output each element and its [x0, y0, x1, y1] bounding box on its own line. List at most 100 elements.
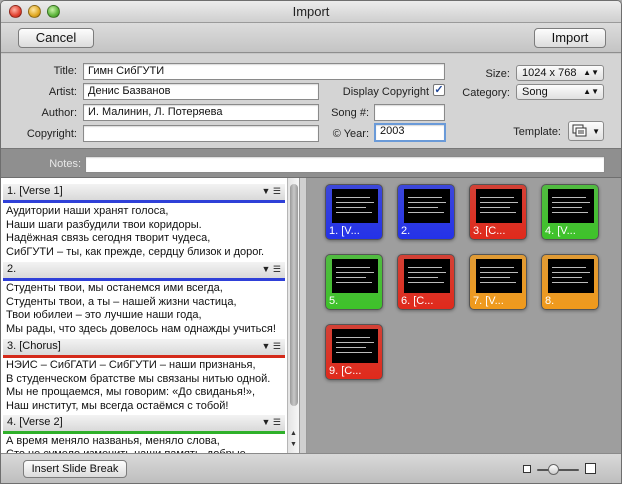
- verse-title: 1. [Verse 1]: [7, 185, 63, 197]
- bottom-bar: Insert Slide Break: [1, 453, 621, 483]
- artist-field[interactable]: Денис Базванов: [83, 83, 319, 100]
- lyrics-editor[interactable]: 1. [Verse 1] ▼ ☰ Аудитории наши хранят го…: [1, 178, 299, 460]
- category-value: Song: [522, 86, 548, 98]
- year-field[interactable]: 2003: [374, 123, 446, 142]
- window-title: Import: [292, 4, 330, 19]
- zoom-out-icon[interactable]: [523, 465, 531, 473]
- template-icon: [572, 124, 587, 137]
- verse-line: Аудитории наши хранят голоса,: [6, 205, 169, 217]
- cancel-button[interactable]: Cancel: [18, 28, 94, 48]
- popup-arrows-icon: ▲▼: [583, 68, 599, 77]
- author-label: Author:: [41, 107, 77, 119]
- slide-thumbnail[interactable]: 8.: [541, 254, 599, 310]
- verse-menu-icon[interactable]: ▼ ☰: [262, 415, 281, 430]
- slide-preview: [332, 189, 378, 223]
- slide-thumbnail[interactable]: 5.: [325, 254, 383, 310]
- verse-menu-icon[interactable]: ▼ ☰: [262, 262, 281, 277]
- author-field[interactable]: И. Малинин, Л. Потеряева: [83, 104, 319, 121]
- template-popup[interactable]: ▼: [568, 121, 604, 141]
- title-bar: Import: [1, 1, 621, 23]
- close-window-icon[interactable]: [9, 5, 22, 18]
- slide-thumbnail[interactable]: 7. [V...: [469, 254, 527, 310]
- slide-thumbnails-pane: 1. [V... 2. 3. [C... 4. [V... 5. 6. [C..…: [307, 178, 621, 453]
- slide-caption: 5.: [329, 295, 339, 307]
- verse-header: 2. ▼ ☰: [3, 262, 285, 278]
- verse-line: Мы рады, что здесь довелось нам однажды …: [6, 322, 276, 335]
- song-info-form: Title: Гимн СибГУТИ Artist: Денис Базван…: [1, 54, 621, 148]
- slide-thumbnail[interactable]: 3. [C...: [469, 184, 527, 240]
- slide-caption: 4. [V...: [545, 225, 576, 237]
- verse-title: 3. [Chorus]: [7, 340, 61, 352]
- verse-menu-icon[interactable]: ▼ ☰: [262, 184, 281, 199]
- slide-preview: [476, 189, 522, 223]
- verse-line: А время меняло названья, меняло слова,: [6, 435, 220, 447]
- slide-caption: 3. [C...: [473, 225, 506, 237]
- notes-field[interactable]: [85, 156, 605, 173]
- title-field[interactable]: Гимн СибГУТИ: [83, 63, 445, 80]
- slide-thumbnail[interactable]: 6. [C...: [397, 254, 455, 310]
- verse-line: Надёжная связь сегодня творит чудеса,: [6, 232, 211, 244]
- slide-preview: [548, 189, 594, 223]
- slide-caption: 6. [C...: [401, 295, 434, 307]
- minimize-window-icon[interactable]: [28, 5, 41, 18]
- title-label: Title:: [53, 65, 77, 77]
- category-popup[interactable]: Song ▲▼: [516, 84, 604, 100]
- display-copyright-checkbox[interactable]: ✓: [433, 84, 445, 96]
- verse-line: Наши шаги разбудили твои коридоры.: [6, 218, 202, 231]
- scroll-up-icon[interactable]: ▲: [290, 430, 297, 437]
- category-label: Category:: [462, 87, 510, 99]
- slide-preview: [548, 259, 594, 293]
- slide-preview: [332, 259, 378, 293]
- scrollbar-thumb[interactable]: [290, 184, 298, 406]
- size-popup[interactable]: 1024 x 768 ▲▼: [516, 65, 604, 81]
- slide-caption: 8.: [545, 295, 555, 307]
- import-button[interactable]: Import: [534, 28, 606, 48]
- verse-color-line: [3, 200, 285, 203]
- verse-line: Студенты твои, мы останемся ими всегда,: [6, 282, 223, 294]
- verse-line: СибГУТИ – ты, как прежде, сердцу близок …: [6, 245, 265, 258]
- slide-thumbnail[interactable]: 9. [C...: [325, 324, 383, 380]
- verse-header: 4. [Verse 2] ▼ ☰: [3, 415, 285, 431]
- slide-preview: [404, 259, 450, 293]
- slide-preview: [332, 329, 378, 363]
- size-value: 1024 x 768: [522, 67, 577, 79]
- artist-label: Artist:: [48, 86, 77, 98]
- copyright-field[interactable]: [83, 125, 319, 142]
- slide-caption: 9. [C...: [329, 365, 362, 377]
- slide-preview: [404, 189, 450, 223]
- toolbar: Cancel Import: [1, 23, 621, 53]
- slide-preview: [476, 259, 522, 293]
- lyrics-scrollbar[interactable]: ▲ ▼: [287, 178, 299, 453]
- copyright-label: Copyright:: [26, 128, 77, 140]
- verse-color-line: [3, 278, 285, 281]
- display-copyright-label: Display Copyright: [342, 86, 429, 98]
- notes-bar: Notes:: [1, 148, 621, 178]
- verse-line: Студенты твои, а ты – нашей жизни частиц…: [6, 295, 237, 308]
- popup-arrows-icon: ▲▼: [583, 87, 599, 96]
- verse-line: НЭИС – СибГАТИ – СибГУТИ – наши признань…: [6, 359, 256, 371]
- size-label: Size:: [485, 68, 510, 80]
- verse-header: 3. [Chorus] ▼ ☰: [3, 339, 285, 355]
- slide-thumbnail[interactable]: 1. [V...: [325, 184, 383, 240]
- split-view-divider[interactable]: [299, 178, 307, 453]
- insert-slide-break-button[interactable]: Insert Slide Break: [23, 460, 127, 478]
- verse-title: 4. [Verse 2]: [7, 416, 63, 428]
- scroll-down-icon[interactable]: ▼: [290, 441, 297, 448]
- song-number-field[interactable]: [374, 104, 445, 121]
- verse-menu-icon[interactable]: ▼ ☰: [262, 339, 281, 354]
- chevron-down-icon: ▼: [592, 127, 600, 136]
- verse-color-line: [3, 431, 285, 434]
- verse-line: В студенческом братстве мы связаны нитью…: [6, 372, 271, 385]
- slide-caption: 1. [V...: [329, 225, 360, 237]
- zoom-window-icon[interactable]: [47, 5, 60, 18]
- import-window: Import Cancel Import Title: Гимн СибГУТИ…: [0, 0, 622, 484]
- verse-title: 2.: [7, 263, 17, 275]
- slide-thumbnail[interactable]: 2.: [397, 184, 455, 240]
- verse-header: 1. [Verse 1] ▼ ☰: [3, 184, 285, 200]
- zoom-slider-knob[interactable]: [548, 464, 559, 475]
- slide-thumbnail[interactable]: 4. [V...: [541, 184, 599, 240]
- notes-label: Notes:: [49, 158, 81, 170]
- zoom-in-icon[interactable]: [585, 463, 596, 474]
- verse-line: Твои юбилеи – это лучшие наши года,: [6, 309, 202, 321]
- template-label: Template:: [513, 126, 561, 138]
